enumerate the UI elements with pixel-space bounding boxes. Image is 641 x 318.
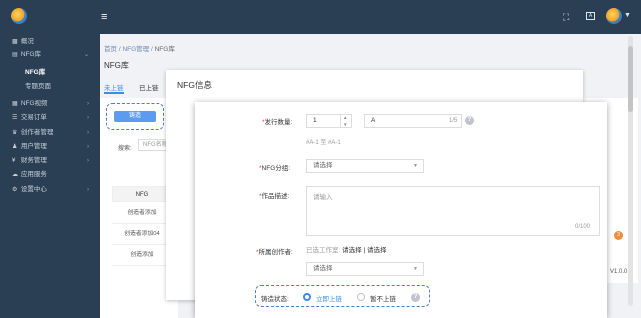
app-icon: ☁ [12,172,18,178]
tab-not-minted[interactable]: 未上链 [104,82,124,92]
sidebar-item-label: 概况 [20,38,34,45]
chevron-down-icon: ▼ [413,163,418,169]
app-window: ≡ ⛶ A ▼ ▩ 概况 ▤ NFG库 ⌄ NFG库 专题页面 ▦ NFG视频 › … [0,0,641,318]
dashboard-icon: ▩ [12,39,18,45]
sidebar-item-dashboard[interactable]: ▩ 概况 [0,36,100,48]
chevron-down-icon: ▼ [413,266,418,272]
chevron-right-icon: › [87,115,89,121]
chevron-down-icon[interactable]: ▼ [343,122,347,127]
radio-mint-now-label[interactable]: 立即上链 [316,293,342,303]
table-header: NFG [112,186,172,202]
table-row[interactable]: 创造者添加04 [112,224,172,245]
sidebar-subitem-nfg-library[interactable]: NFG库 [0,67,100,79]
order-icon: ☰ [12,115,18,121]
sidebar-item-label: 交易订单 [20,114,47,121]
sidebar-item-collection[interactable]: ▦ NFG视频 › [0,98,100,110]
select-studio-link[interactable]: 请选择 [342,247,362,254]
sidebar-item-orders[interactable]: ☰ 交易订单 › [0,112,100,124]
radio-mint-now[interactable] [303,293,311,301]
select-creator-link[interactable]: 请选择 [367,247,387,254]
font-size-icon[interactable]: A [586,12,595,20]
breadcrumb-home[interactable]: 首页 [104,46,117,53]
sidebar-item-label: NFG库 [20,51,42,58]
breadcrumb-separator: / [118,46,121,53]
user-icon: ♟ [12,144,18,150]
sidebar-item-label: 财务管理 [20,157,47,164]
top-bar: ≡ ⛶ A ▼ [0,0,641,34]
breadcrumb: 首页 / NFG管理 / NFG库 [104,43,175,53]
creator-select[interactable]: 请选择 ▼ [306,262,424,276]
finance-icon: ¥ [12,158,16,164]
settings-icon: ⚙ [12,187,18,193]
sidebar-item-creators[interactable]: ♛ 创作者管理 › [0,127,100,139]
avatar[interactable] [606,8,622,24]
chevron-right-icon: › [87,187,89,193]
serial-prefix-input[interactable]: A [364,114,462,128]
sidebar-item-label: 创作者管理 [20,129,54,136]
sidebar-item-apps[interactable]: ☁ 应用服务 [0,169,100,181]
table-row[interactable]: 创造者添加 [112,203,172,224]
chevron-right-icon: › [87,101,89,107]
radio-mint-later-label[interactable]: 暂不上链 [370,293,396,303]
version-label: V1.0.0 [610,269,628,275]
group-label: *NFG分组: [259,165,291,172]
creator-icon: ♛ [12,130,18,136]
breadcrumb-parent[interactable]: NFG管理 [122,46,149,53]
sidebar-item-finance[interactable]: ¥ 财务管理 › [0,155,100,167]
mint-status-label: 铸造状态: [261,296,289,303]
serial-counter: 1/5 [449,118,458,124]
help-icon[interactable]: ? [411,293,420,302]
desc-counter: 0/100 [575,224,591,230]
chevron-up-icon[interactable]: ▲ [343,115,347,120]
search-label: 搜索: [118,146,132,152]
chevron-down-icon[interactable]: ▼ [624,12,631,19]
table-row[interactable]: 创造添加 [112,245,172,266]
sidebar-item-settings[interactable]: ⚙ 设置中心 › [0,184,100,196]
sidebar-item-label: NFG视频 [20,100,48,107]
scrollbar-thumb[interactable] [628,46,633,112]
dialog-title: NFG信息 [177,80,212,90]
hamburger-icon[interactable]: ≡ [101,12,113,23]
group-select[interactable]: 请选择 ▼ [306,159,424,173]
active-tab-indicator [104,92,124,94]
help-icon[interactable]: ? [465,116,474,125]
creator-label: *所属创作者: [256,249,293,256]
sidebar-item-users[interactable]: ♟ 用户管理 › [0,141,100,153]
nfg-icon: ▤ [12,52,18,58]
breadcrumb-separator: / [150,46,153,53]
creator-selection: 已选工作室: 请选择 | 请选择 [306,247,387,254]
tab-minted[interactable]: 已上链 [139,82,159,92]
chevron-right-icon: › [87,130,89,136]
mint-button[interactable]: 铸造 [114,111,156,122]
radio-mint-later[interactable] [357,293,365,301]
chevron-right-icon: › [87,158,89,164]
sidebar-item-label: 用户管理 [20,143,47,150]
notification-badge[interactable]: 3 [614,231,623,240]
sidebar: ▩ 概况 ▤ NFG库 ⌄ NFG库 专题页面 ▦ NFG视频 › ☰ 交易订单 › … [0,34,100,318]
sidebar-subitem-topics[interactable]: 专题页面 [0,81,100,93]
desc-label: *作品描述: [259,193,290,200]
fullscreen-icon[interactable]: ⛶ [563,12,569,22]
logo [11,8,27,24]
issue-qty-label: *发行数量: [262,119,293,126]
chevron-down-icon: ⌄ [83,52,89,58]
sidebar-item-label: 设置中心 [20,186,47,193]
breadcrumb-current: NFG库 [154,46,175,53]
sidebar-item-label: 应用服务 [20,171,47,178]
chevron-right-icon: › [87,144,89,150]
sidebar-item-nfg[interactable]: ▤ NFG库 ⌄ [0,49,100,61]
description-textarea[interactable]: 请输入 [306,186,600,236]
collection-icon: ▦ [12,101,18,107]
page-title: NFG库 [104,61,129,70]
serial-hint: #A-1 至 #A-1 [306,140,341,146]
